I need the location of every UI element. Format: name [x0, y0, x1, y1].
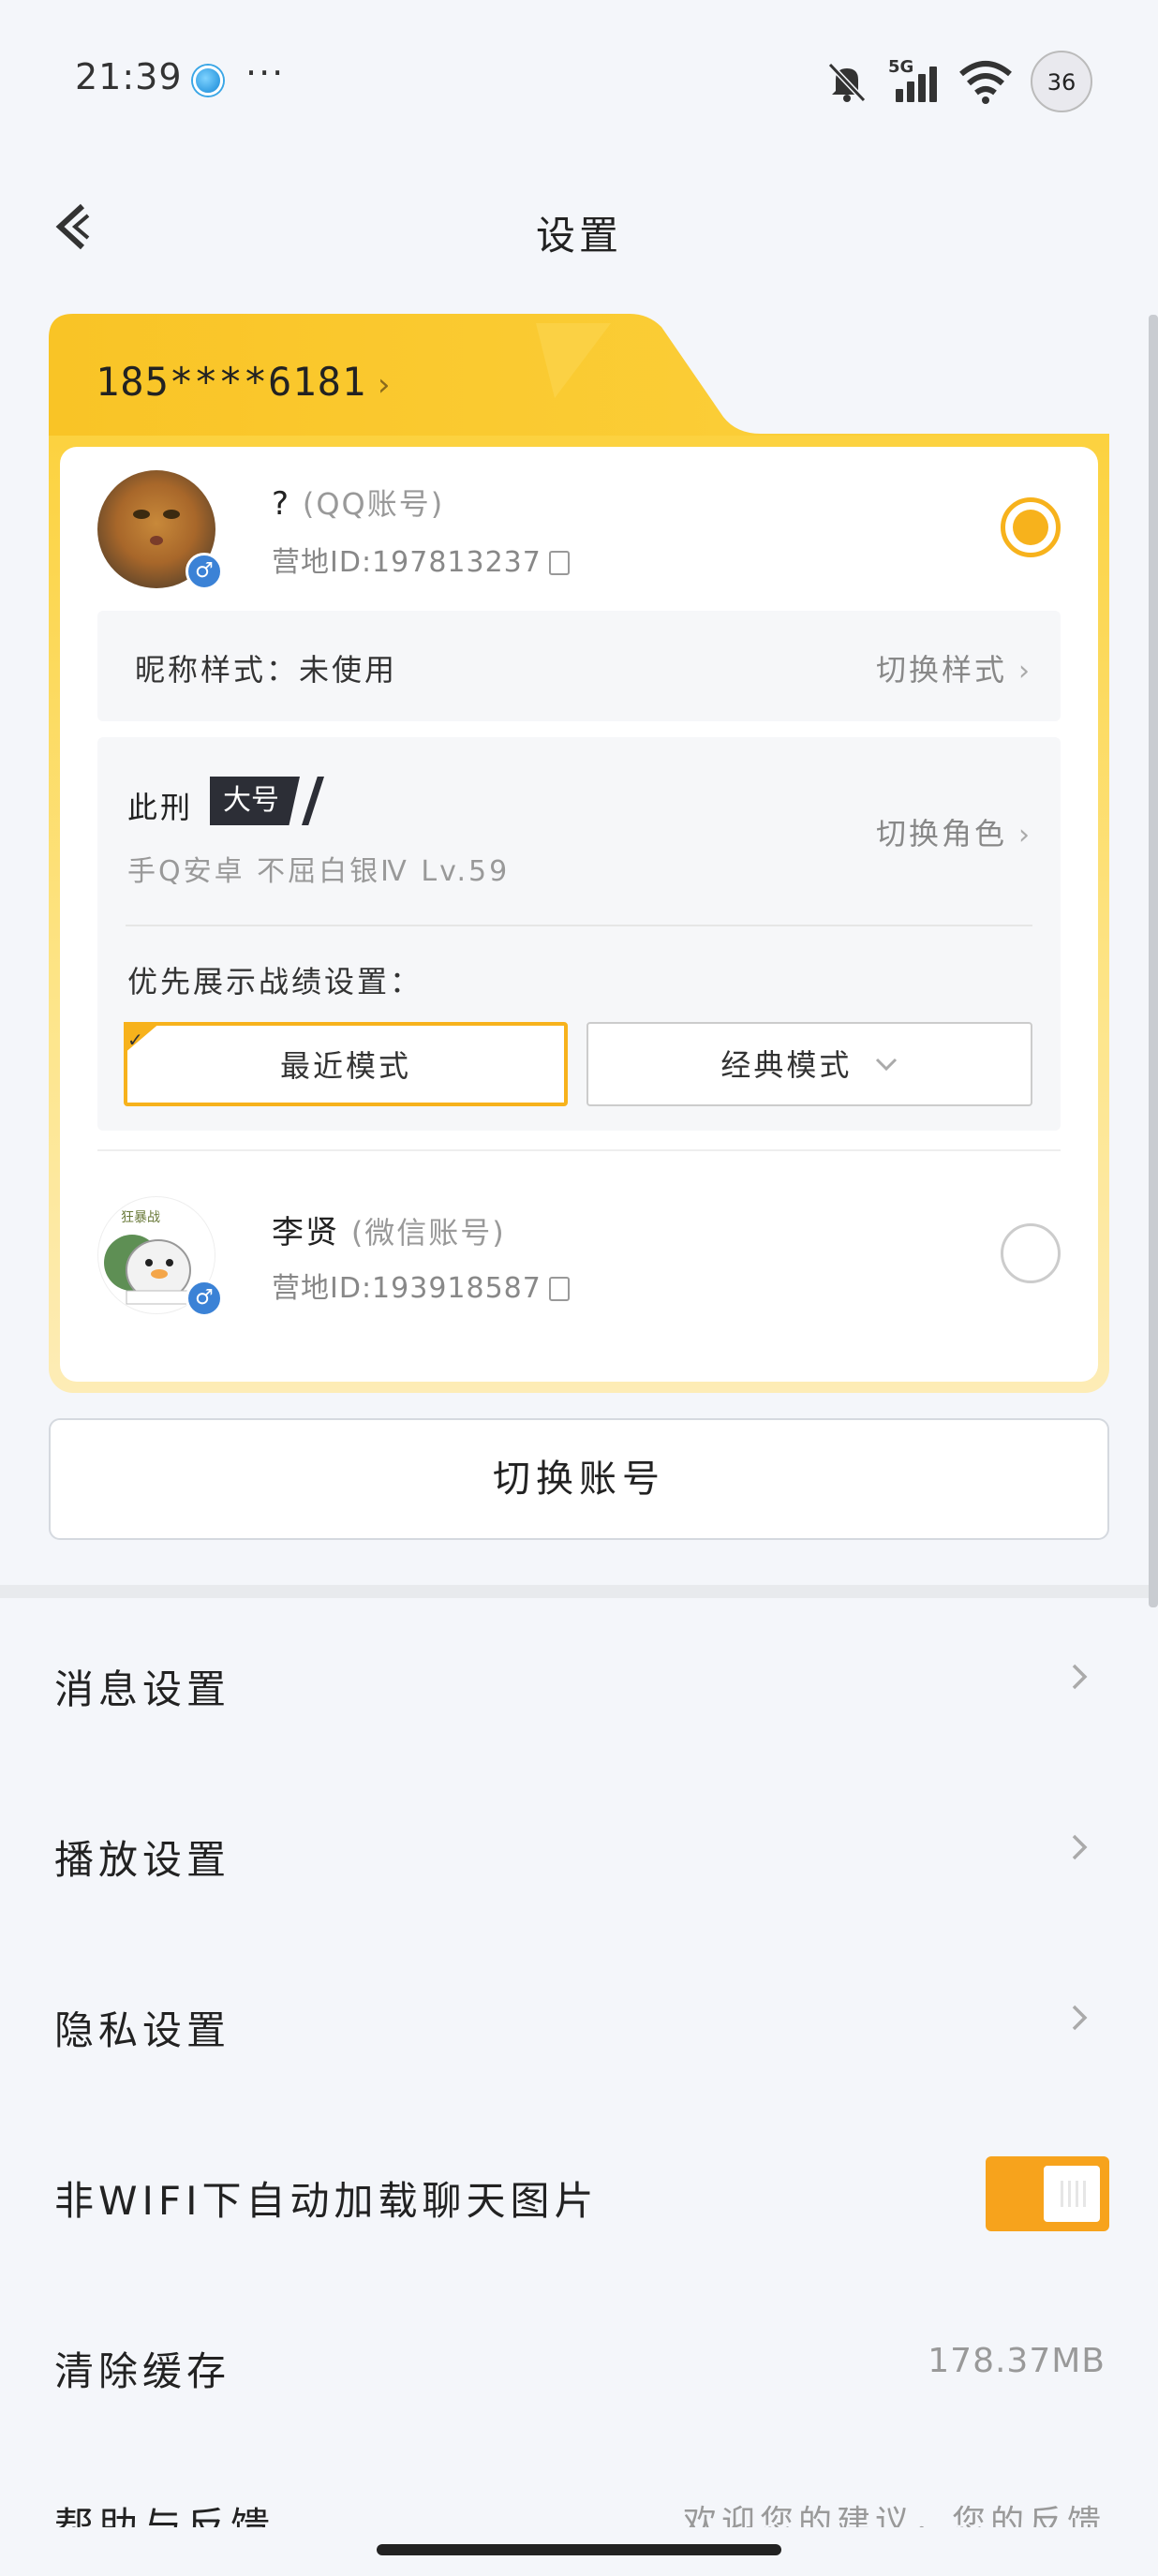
- mode-recent-button[interactable]: 最近模式: [124, 1022, 568, 1106]
- card-body: ♂ ? (QQ账号) 营地ID:197813237 昵称样式：未使用 切换样式 ›: [49, 436, 1109, 1393]
- avatar-caption: 狂暴战: [121, 1210, 160, 1225]
- chevron-right-icon: ›: [374, 366, 394, 404]
- check-icon: [124, 1022, 161, 1054]
- chevron-down-icon: [875, 1058, 897, 1072]
- switch-role-text: 切换角色: [875, 816, 1007, 851]
- chevron-right-icon: ›: [1018, 819, 1032, 851]
- role-detail: 手Q安卓 不屈白银Ⅳ Lv.59: [127, 855, 511, 888]
- camp-id: 营地ID:197813237: [272, 539, 570, 580]
- help-feedback-hint: 欢迎您的建议，您的反馈: [682, 2504, 1106, 2527]
- settings-page: 21:39 ··· 5G 36 设置 185****6181 › ♂ ? (QQ…: [0, 0, 1158, 2576]
- account-radio-unselected[interactable]: [1001, 1223, 1061, 1283]
- account-card: 185****6181 › ♂ ? (QQ账号) 营地ID:197813237 …: [49, 314, 1109, 1393]
- account-name-text: 李贤: [272, 1214, 339, 1251]
- camp-id-text: 营地ID:197813237: [272, 546, 542, 579]
- nav-bar: 设置: [0, 178, 1158, 281]
- male-gender-icon: ♂: [186, 553, 223, 590]
- camp-id-text: 营地ID:193918587: [272, 1272, 542, 1305]
- mode-classic-button[interactable]: 经典模式: [586, 1022, 1032, 1106]
- battery-icon: 36: [1031, 51, 1092, 112]
- account-row-wechat[interactable]: 狂暴战 ♂ 李贤 (微信账号) 营地ID:193918587: [60, 1173, 1098, 1323]
- setting-privacy[interactable]: 隐私设置: [0, 1939, 1158, 2110]
- account-name: ? (QQ账号): [272, 481, 444, 524]
- switch-role-link[interactable]: 切换角色 ›: [876, 810, 1032, 853]
- wifi-icon: [959, 61, 1012, 104]
- chevron-right-icon: ›: [1018, 655, 1032, 688]
- setting-label: 清除缓存: [54, 2348, 231, 2394]
- switch-style-link[interactable]: 切换样式 ›: [876, 646, 1032, 689]
- account-type: (QQ账号): [302, 486, 445, 522]
- card-inner: ♂ ? (QQ账号) 营地ID:197813237 昵称样式：未使用 切换样式 ›: [60, 447, 1098, 1382]
- mode-classic-label: 经典模式: [720, 1047, 853, 1083]
- nickname-style-row[interactable]: 昵称样式：未使用 切换样式 ›: [97, 611, 1061, 721]
- chevron-right-icon: [1072, 1664, 1088, 1690]
- divider: [97, 1149, 1061, 1151]
- account-row-qq[interactable]: ♂ ? (QQ账号) 营地ID:197813237: [60, 447, 1098, 597]
- role-tag: 大号: [210, 777, 300, 825]
- battery-level: 36: [1047, 69, 1076, 96]
- role-name: 此刑: [127, 790, 194, 825]
- chevron-right-icon: [1072, 1834, 1088, 1860]
- page-title: 设置: [535, 213, 622, 259]
- switch-style-text: 切换样式: [875, 652, 1007, 688]
- divider: [126, 925, 1032, 926]
- record-pref-label: 优先展示战绩设置：: [127, 964, 423, 999]
- status-icons: 5G 36: [823, 49, 1092, 114]
- account-radio-selected[interactable]: [1001, 497, 1061, 557]
- role-tag-stripe: [302, 777, 324, 825]
- account-phone[interactable]: 185****6181 ›: [96, 359, 394, 405]
- account-name-text: ?: [272, 485, 291, 523]
- phone-number: 185****6181: [96, 359, 367, 405]
- toggle-knob: [1044, 2166, 1100, 2222]
- mode-recent-label: 最近模式: [279, 1048, 411, 1084]
- more-notifications-icon: ···: [245, 52, 286, 94]
- setting-label: 隐私设置: [54, 2007, 231, 2053]
- cellular-signal-icon: 5G: [888, 57, 941, 106]
- chevron-right-icon: [1072, 2005, 1088, 2031]
- setting-message[interactable]: 消息设置: [0, 1598, 1158, 1769]
- account-type: (微信账号): [350, 1215, 506, 1251]
- male-gender-icon: ♂: [186, 1280, 223, 1317]
- status-bar: 21:39 ··· 5G 36: [0, 0, 1158, 159]
- cache-size: 178.37MB: [928, 2342, 1106, 2380]
- setting-playback[interactable]: 播放设置: [0, 1769, 1158, 1939]
- setting-label: 消息设置: [54, 1666, 231, 1712]
- copy-icon[interactable]: [548, 1277, 570, 1301]
- camp-id: 营地ID:193918587: [272, 1265, 570, 1306]
- help-feedback-label[interactable]: 帮助与反馈: [54, 2495, 275, 2527]
- account-name: 李贤 (微信账号): [272, 1207, 506, 1252]
- setting-label: 播放设置: [54, 1837, 231, 1883]
- role-box: 此刑 大号 手Q安卓 不屈白银Ⅳ Lv.59 切换角色 › 优先展示战绩设置： 最…: [97, 737, 1061, 1131]
- switch-account-button[interactable]: 切换账号: [49, 1418, 1109, 1540]
- section-divider: [0, 1585, 1158, 1598]
- setting-auto-load-images: 非WIFI下自动加载聊天图片: [0, 2110, 1158, 2280]
- bell-muted-icon: [827, 62, 867, 103]
- app-notification-icon: [193, 66, 223, 96]
- home-indicator[interactable]: [377, 2544, 781, 2555]
- scrollbar[interactable]: [1149, 315, 1158, 1607]
- copy-icon[interactable]: [548, 551, 570, 575]
- setting-clear-cache[interactable]: 清除缓存 178.37MB: [0, 2280, 1158, 2450]
- nickname-style-label: 昵称样式：未使用: [135, 652, 398, 688]
- status-time: 21:39: [75, 56, 183, 97]
- auto-load-toggle[interactable]: [986, 2156, 1109, 2231]
- setting-label: 非WIFI下自动加载聊天图片: [54, 2178, 599, 2224]
